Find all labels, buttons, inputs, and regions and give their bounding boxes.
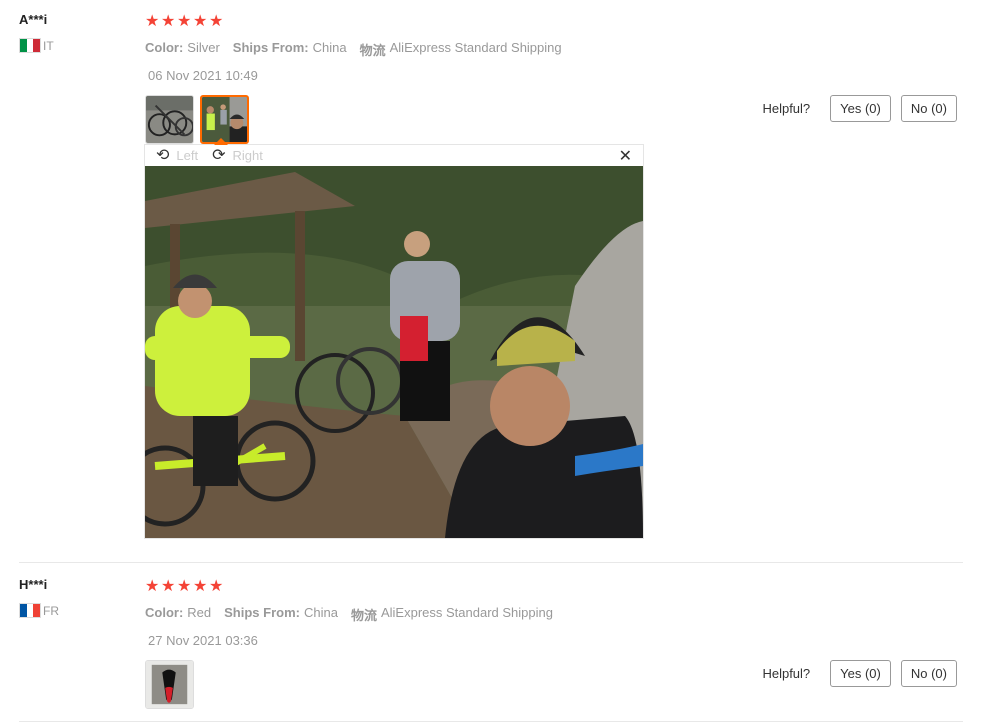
saddle-thumbnail-image xyxy=(146,661,193,708)
color-label: Color: xyxy=(145,605,184,620)
cyclists-photo xyxy=(145,166,643,538)
viewer-pointer xyxy=(214,138,228,145)
star-icon: ★ xyxy=(193,577,208,595)
yes-button[interactable]: Yes (0) xyxy=(830,95,891,122)
reviewer-info: A***i IT xyxy=(19,12,54,53)
helpful-label: Helpful? xyxy=(762,666,811,681)
no-button[interactable]: No (0) xyxy=(900,660,957,687)
color-value: Silver xyxy=(187,40,220,55)
viewer-toolbar: ⟲ Left ⟳ Right ✕ xyxy=(145,145,643,166)
rotate-right-label: Right xyxy=(232,148,263,163)
close-icon[interactable]: ✕ xyxy=(619,146,632,166)
photo-thumbnail[interactable] xyxy=(145,660,194,709)
photo-thumbnail[interactable] xyxy=(145,95,194,144)
shipping-value: AliExpress Standard Shipping xyxy=(380,605,553,620)
photo-thumbnail-selected[interactable] xyxy=(200,95,249,144)
shipping-value: AliExpress Standard Shipping xyxy=(389,40,562,55)
review-body: ★ ★ ★ ★ ★ Color: Silver Ships From: Chin… xyxy=(145,13,562,144)
star-icon: ★ xyxy=(161,577,176,595)
review-photos xyxy=(145,95,562,144)
review-photo-large xyxy=(145,166,643,538)
helpful-vote: Helpful? Yes (0) No (0) xyxy=(762,660,957,687)
ships-from-label: Ships From: xyxy=(232,40,309,55)
star-icon: ★ xyxy=(209,577,224,595)
reviewer-name: A***i xyxy=(19,12,48,27)
review-divider xyxy=(19,562,963,563)
yes-button[interactable]: Yes (0) xyxy=(830,660,891,687)
star-icon: ★ xyxy=(145,577,160,595)
order-info: Color: Silver Ships From: China 物流 AliEx… xyxy=(145,40,562,59)
country-code: FR xyxy=(43,603,59,618)
review-divider xyxy=(19,721,963,722)
star-icon: ★ xyxy=(177,577,192,595)
star-icon: ★ xyxy=(145,12,160,30)
rotate-left-label: Left xyxy=(176,148,199,163)
rotate-right-button[interactable]: ⟳ Right xyxy=(212,146,263,164)
review-date: 06 Nov 2021 10:49 xyxy=(148,68,258,83)
rotate-right-icon: ⟳ xyxy=(212,146,226,164)
shipping-label: 物流 xyxy=(350,608,377,623)
helpful-vote: Helpful? Yes (0) No (0) xyxy=(762,95,957,122)
france-flag-icon xyxy=(19,603,41,618)
ships-from-value: China xyxy=(312,40,347,55)
star-icon: ★ xyxy=(193,12,208,30)
helpful-label: Helpful? xyxy=(762,101,811,116)
review-date: 27 Nov 2021 03:36 xyxy=(148,633,258,648)
italy-flag-icon xyxy=(19,38,41,53)
color-label: Color: xyxy=(145,40,184,55)
selfie-thumbnail-image xyxy=(202,97,247,142)
rotate-left-icon: ⟲ xyxy=(156,146,170,164)
review-body: ★ ★ ★ ★ ★ Color: Red Ships From: China 物… xyxy=(145,578,553,709)
order-info: Color: Red Ships From: China 物流 AliExpre… xyxy=(145,605,553,624)
star-icon: ★ xyxy=(161,12,176,30)
country-code: IT xyxy=(43,38,54,53)
star-icon: ★ xyxy=(177,12,192,30)
reviewer-country: IT xyxy=(19,38,54,53)
star-rating: ★ ★ ★ ★ ★ xyxy=(145,13,562,29)
bikes-thumbnail-image xyxy=(146,96,193,143)
color-value: Red xyxy=(187,605,212,620)
photo-viewer: ⟲ Left ⟳ Right ✕ xyxy=(144,138,644,539)
ships-from-value: China xyxy=(303,605,338,620)
reviewer-name: H***i xyxy=(19,577,48,592)
star-rating: ★ ★ ★ ★ ★ xyxy=(145,578,553,594)
reviewer-info: H***i FR xyxy=(19,577,59,618)
ships-from-label: Ships From: xyxy=(224,605,300,620)
reviewer-country: FR xyxy=(19,603,59,618)
shipping-label: 物流 xyxy=(359,43,386,58)
review-photos xyxy=(145,660,553,709)
star-icon: ★ xyxy=(209,12,224,30)
no-button[interactable]: No (0) xyxy=(900,95,957,122)
rotate-left-button[interactable]: ⟲ Left xyxy=(156,146,199,164)
